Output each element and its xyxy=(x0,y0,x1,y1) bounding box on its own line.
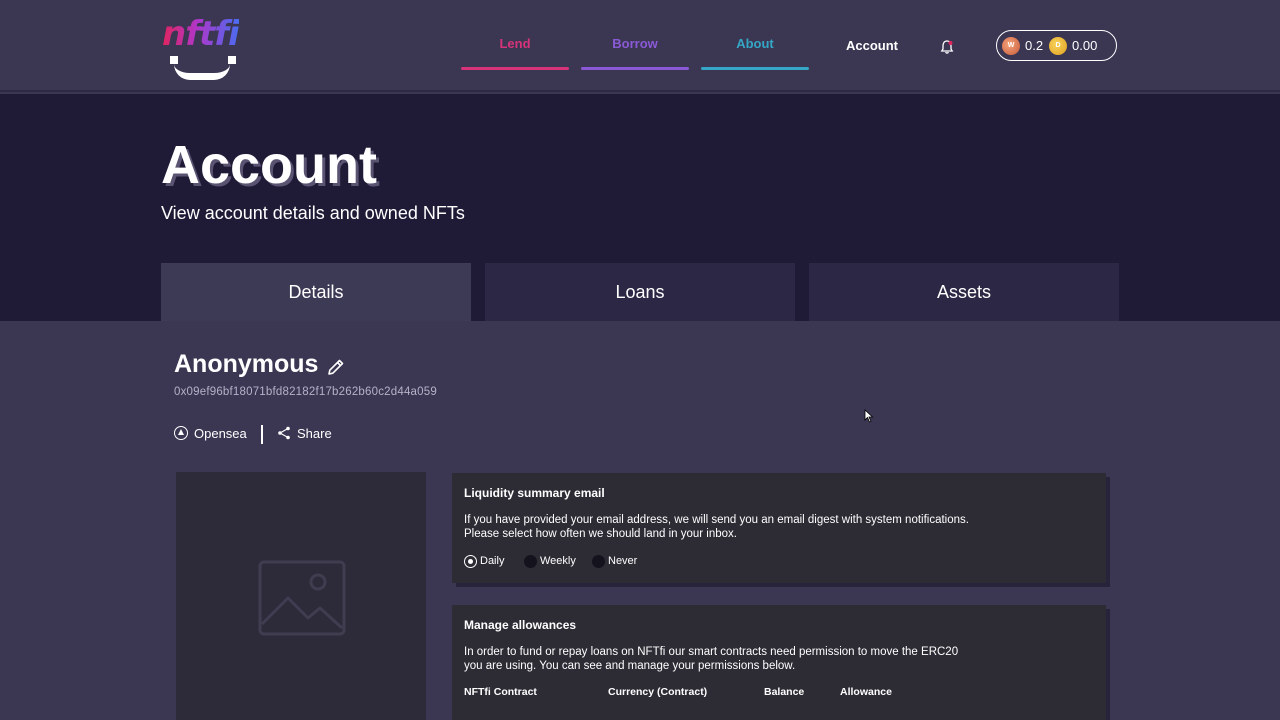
avatar-placeholder xyxy=(176,472,426,720)
logo-eye-right xyxy=(228,56,236,64)
nav-lend-underline xyxy=(461,67,569,70)
top-navbar: nftfi Lend Borrow About Account W 0.2 D … xyxy=(0,0,1280,92)
nav-borrow-underline xyxy=(581,67,689,70)
opensea-link[interactable]: Opensea xyxy=(174,426,247,444)
share-icon xyxy=(278,426,290,440)
radio-weekly-label: Weekly xyxy=(540,555,576,567)
logo-eye-left xyxy=(170,56,178,64)
account-hero: Account View account details and owned N… xyxy=(0,94,1280,321)
page-title: Account xyxy=(161,135,377,195)
dai-balance: 0.00 xyxy=(1072,38,1098,53)
share-label: Share xyxy=(297,426,332,441)
tab-loans[interactable]: Loans xyxy=(485,263,795,321)
nav-lend-label: Lend xyxy=(499,36,531,51)
nav-account[interactable]: Account xyxy=(846,38,898,53)
email-panel-title: Liquidity summary email xyxy=(464,486,605,500)
nav-about-underline xyxy=(701,67,809,70)
profile-name: Anonymous xyxy=(174,350,319,378)
bell-icon[interactable] xyxy=(939,39,955,55)
allowances-panel-description: In order to fund or repay loans on NFTfi… xyxy=(464,645,984,673)
pencil-edit-icon[interactable] xyxy=(326,357,346,377)
column-header-contract: NFTfi Contract xyxy=(464,686,537,698)
radio-daily-dot xyxy=(464,555,477,568)
nav-borrow-label: Borrow xyxy=(612,36,658,51)
radio-daily-label: Daily xyxy=(480,555,505,567)
logo-wordmark: nftfi xyxy=(162,14,240,54)
mouse-cursor-icon xyxy=(864,409,874,423)
nftfi-logo[interactable]: nftfi xyxy=(160,14,250,82)
liquidity-email-panel: Liquidity summary email If you have prov… xyxy=(452,473,1106,583)
manage-allowances-panel: Manage allowances In order to fund or re… xyxy=(452,605,1106,720)
allowances-description-line2: you are using. You can see and manage yo… xyxy=(464,660,796,672)
radio-weekly-dot xyxy=(524,555,537,568)
image-placeholder-icon xyxy=(258,560,346,636)
share-link[interactable]: Share xyxy=(277,426,332,441)
nav-borrow[interactable]: Borrow xyxy=(581,36,689,70)
column-header-currency: Currency (Contract) xyxy=(608,686,708,698)
weth-balance: 0.2 xyxy=(1025,38,1044,53)
allowances-panel-title: Manage allowances xyxy=(464,618,577,632)
opensea-icon xyxy=(174,426,188,440)
wallet-address: 0x09ef96bf18071bfd82182f17b262b60c2d44a0… xyxy=(174,386,437,398)
nav-about[interactable]: About xyxy=(701,36,809,70)
dai-coin-icon: D xyxy=(1049,37,1067,55)
weth-coin-icon: W xyxy=(1002,37,1020,55)
email-description-line2: Please select how often we should land i… xyxy=(464,528,737,540)
column-header-balance: Balance xyxy=(764,686,805,698)
page-subtitle: View account details and owned NFTs xyxy=(161,203,465,223)
link-divider xyxy=(261,425,263,444)
allowances-description-line1: In order to fund or repay loans on NFTfi… xyxy=(464,646,959,658)
radio-never-label: Never xyxy=(608,555,638,567)
nav-lend[interactable]: Lend xyxy=(461,36,569,70)
radio-never-dot xyxy=(592,555,605,568)
column-header-allowance: Allowance xyxy=(840,686,892,698)
tab-details[interactable]: Details xyxy=(161,263,471,321)
opensea-label: Opensea xyxy=(194,426,247,441)
nav-about-label: About xyxy=(736,36,774,51)
email-description-line1: If you have provided your email address,… xyxy=(464,514,969,526)
email-panel-description: If you have provided your email address,… xyxy=(464,513,984,541)
wallet-balance-pill[interactable]: W 0.2 D 0.00 xyxy=(996,30,1117,61)
logo-smile xyxy=(174,64,230,80)
tab-assets[interactable]: Assets xyxy=(809,263,1119,321)
